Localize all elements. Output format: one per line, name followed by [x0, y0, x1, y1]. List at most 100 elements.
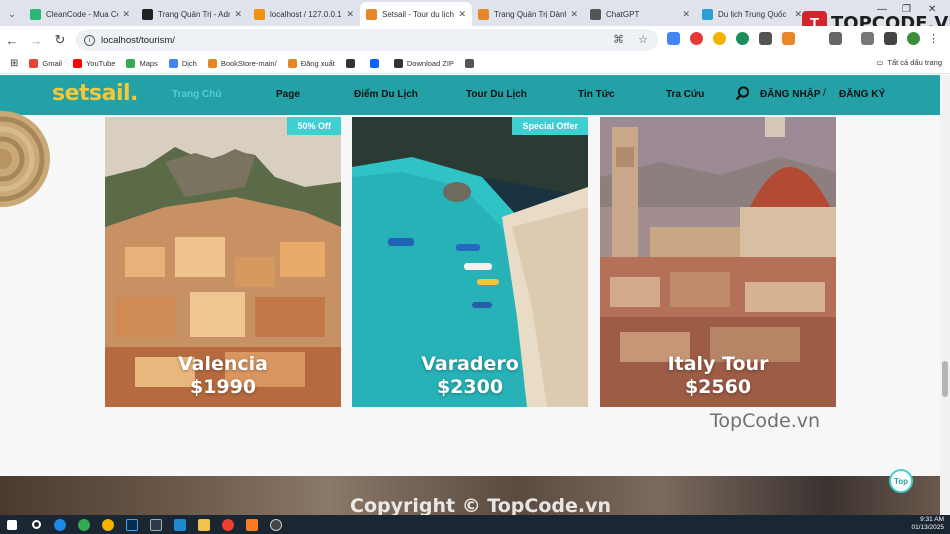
tab-close-icon[interactable]: ✕	[682, 9, 690, 20]
browser-tab[interactable]: Setsail - Tour du lịch ✕	[360, 2, 472, 26]
bookmark-item[interactable]: BookStore-main/	[207, 59, 277, 68]
tour-name: Valencia	[177, 353, 268, 375]
tour-badge: Special Offer	[512, 117, 588, 135]
bookmark-item[interactable]	[465, 59, 478, 68]
register-link[interactable]: ĐĂNG KÝ	[839, 89, 885, 100]
bookmark-icon	[168, 59, 178, 68]
translate-icon[interactable]: ⌘	[613, 33, 624, 46]
bookmark-item[interactable]	[369, 59, 383, 68]
tab-label: ChatGPT	[606, 9, 640, 19]
search-icon[interactable]	[735, 86, 750, 101]
tab-label: Trang Quản Trị Dành	[494, 9, 567, 19]
tab-label: Du lịch Trung Quốc	[718, 9, 787, 19]
extension-icon[interactable]	[782, 32, 795, 45]
page-scrollbar[interactable]	[940, 75, 950, 515]
menu-kebab-icon[interactable]: ⋮	[928, 32, 941, 45]
profile-avatar[interactable]	[907, 32, 920, 45]
tour-price: $2300	[436, 376, 504, 398]
app-icon[interactable]	[264, 515, 288, 534]
site-info-icon[interactable]: i	[84, 34, 95, 46]
tour-card[interactable]: Italy Tour $2560	[600, 117, 836, 407]
tab-label: localhost / 127.0.0.1 /	[270, 9, 343, 19]
back-to-top-button[interactable]: Top	[889, 469, 913, 493]
bookmark-label: BookStore-main/	[220, 59, 277, 68]
tour-badge: 50% Off	[287, 117, 341, 135]
extension-icon[interactable]	[736, 32, 749, 45]
bookmark-item[interactable]	[345, 59, 359, 68]
tab-favicon-icon	[30, 8, 41, 20]
extensions-puzzle-icon[interactable]	[829, 32, 842, 45]
tab-label: Trang Quản Trị - Admin	[158, 9, 230, 19]
copyright-text: Copyright © TopCode.vn	[350, 495, 612, 515]
tab-favicon-icon	[590, 8, 601, 20]
tab-close-icon[interactable]: ✕	[458, 9, 466, 20]
system-clock[interactable]: 9:31 AM 01/13/2025	[911, 516, 944, 532]
bookmark-icon	[369, 59, 379, 68]
tab-close-icon[interactable]: ✕	[234, 9, 242, 20]
tab-close-icon[interactable]: ✕	[794, 9, 802, 20]
apps-grid-icon[interactable]: ⊞	[10, 58, 18, 69]
bookmark-label: YouTube	[85, 59, 116, 68]
bookmark-item[interactable]: YouTube	[72, 59, 116, 68]
extension-icon[interactable]	[759, 32, 772, 45]
bookmark-item[interactable]: Maps	[126, 59, 158, 68]
browser-tab[interactable]: localhost / 127.0.0.1 /✕	[248, 2, 360, 26]
photoshop-icon[interactable]	[120, 515, 144, 534]
bookmark-item[interactable]: Gmail	[29, 59, 62, 68]
browser-tab[interactable]: ChatGPT ✕	[584, 2, 696, 26]
tab-close-icon[interactable]: ✕	[346, 9, 354, 20]
chrome-icon[interactable]	[216, 515, 240, 534]
file-explorer-icon[interactable]	[192, 515, 216, 534]
browser-tab[interactable]: CleanCode - Mua Code ✕	[24, 2, 136, 26]
tour-card[interactable]: Special Offer Varadero $2300	[352, 117, 588, 407]
chrome-icon[interactable]	[96, 515, 120, 534]
bookmark-label: Maps	[139, 59, 158, 68]
bookmark-item[interactable]: Download ZIP	[393, 59, 454, 68]
bookmark-icon	[345, 59, 355, 68]
browser-tab[interactable]: Trang Quản Trị - Admin ✕	[136, 2, 248, 26]
download-icon[interactable]	[884, 32, 897, 45]
all-bookmarks-folder[interactable]: ▭ Tất cả dấu trang	[876, 58, 942, 67]
forward-icon[interactable]: →	[24, 33, 48, 48]
bookmark-star-icon[interactable]: ☆	[638, 33, 648, 46]
browser-tab[interactable]: Trang Quản Trị Dành ✕	[472, 2, 584, 26]
nav-item[interactable]: Tra Cứu	[666, 89, 704, 100]
tab-close-icon[interactable]: ✕	[122, 9, 130, 20]
bookmark-icon	[465, 59, 474, 68]
browser-tab[interactable]: Du lịch Trung Quốc ✕	[696, 2, 808, 26]
reload-icon[interactable]: ↻	[48, 32, 72, 48]
address-bar[interactable]: i localhost/tourism/ ⌘ ☆	[76, 29, 658, 51]
xampp-icon[interactable]	[240, 515, 264, 534]
clock-time: 9:31 AM	[920, 516, 944, 523]
zalo-icon[interactable]	[48, 515, 72, 534]
page-viewport: setsail. Trang Chủ Page Điểm Du Lịch Tour D…	[0, 75, 940, 515]
search-icon[interactable]	[24, 515, 48, 534]
site-logo[interactable]: setsail.	[52, 81, 138, 106]
extension-icon[interactable]	[690, 32, 703, 45]
vscode-icon[interactable]	[168, 515, 192, 534]
bookmark-label: Đăng xuất	[300, 59, 335, 68]
back-icon[interactable]: ←	[0, 33, 24, 48]
nav-item[interactable]: Tin Tức	[578, 89, 615, 100]
nav-item[interactable]: Page	[276, 89, 300, 100]
bookmark-item[interactable]: Dịch	[168, 59, 197, 68]
app-icon[interactable]	[144, 515, 168, 534]
reading-list-icon[interactable]	[861, 32, 874, 45]
nav-item[interactable]: Điểm Du Lịch	[354, 89, 418, 100]
login-link[interactable]: ĐĂNG NHẬP	[760, 89, 821, 100]
nav-item[interactable]: Trang Chủ	[172, 89, 221, 100]
nav-item[interactable]: Tour Du Lịch	[466, 89, 527, 100]
tab-label: Setsail - Tour du lịch	[382, 9, 454, 19]
tour-card[interactable]: 50% Off Valencia $1990	[105, 117, 341, 407]
tab-search-icon[interactable]: ⌄	[0, 2, 24, 26]
topcode-watermark: TopCode.vn	[710, 410, 821, 432]
bookmark-label: Gmail	[42, 59, 62, 68]
scrollbar-thumb[interactable]	[942, 361, 948, 397]
tab-close-icon[interactable]: ✕	[570, 9, 578, 20]
bookmark-icon	[207, 59, 217, 68]
windows-start-icon[interactable]	[0, 515, 24, 534]
extension-icon[interactable]	[667, 32, 680, 45]
bookmark-item[interactable]: Đăng xuất	[287, 59, 335, 68]
app-icon[interactable]	[72, 515, 96, 534]
extension-icon[interactable]	[713, 32, 726, 45]
